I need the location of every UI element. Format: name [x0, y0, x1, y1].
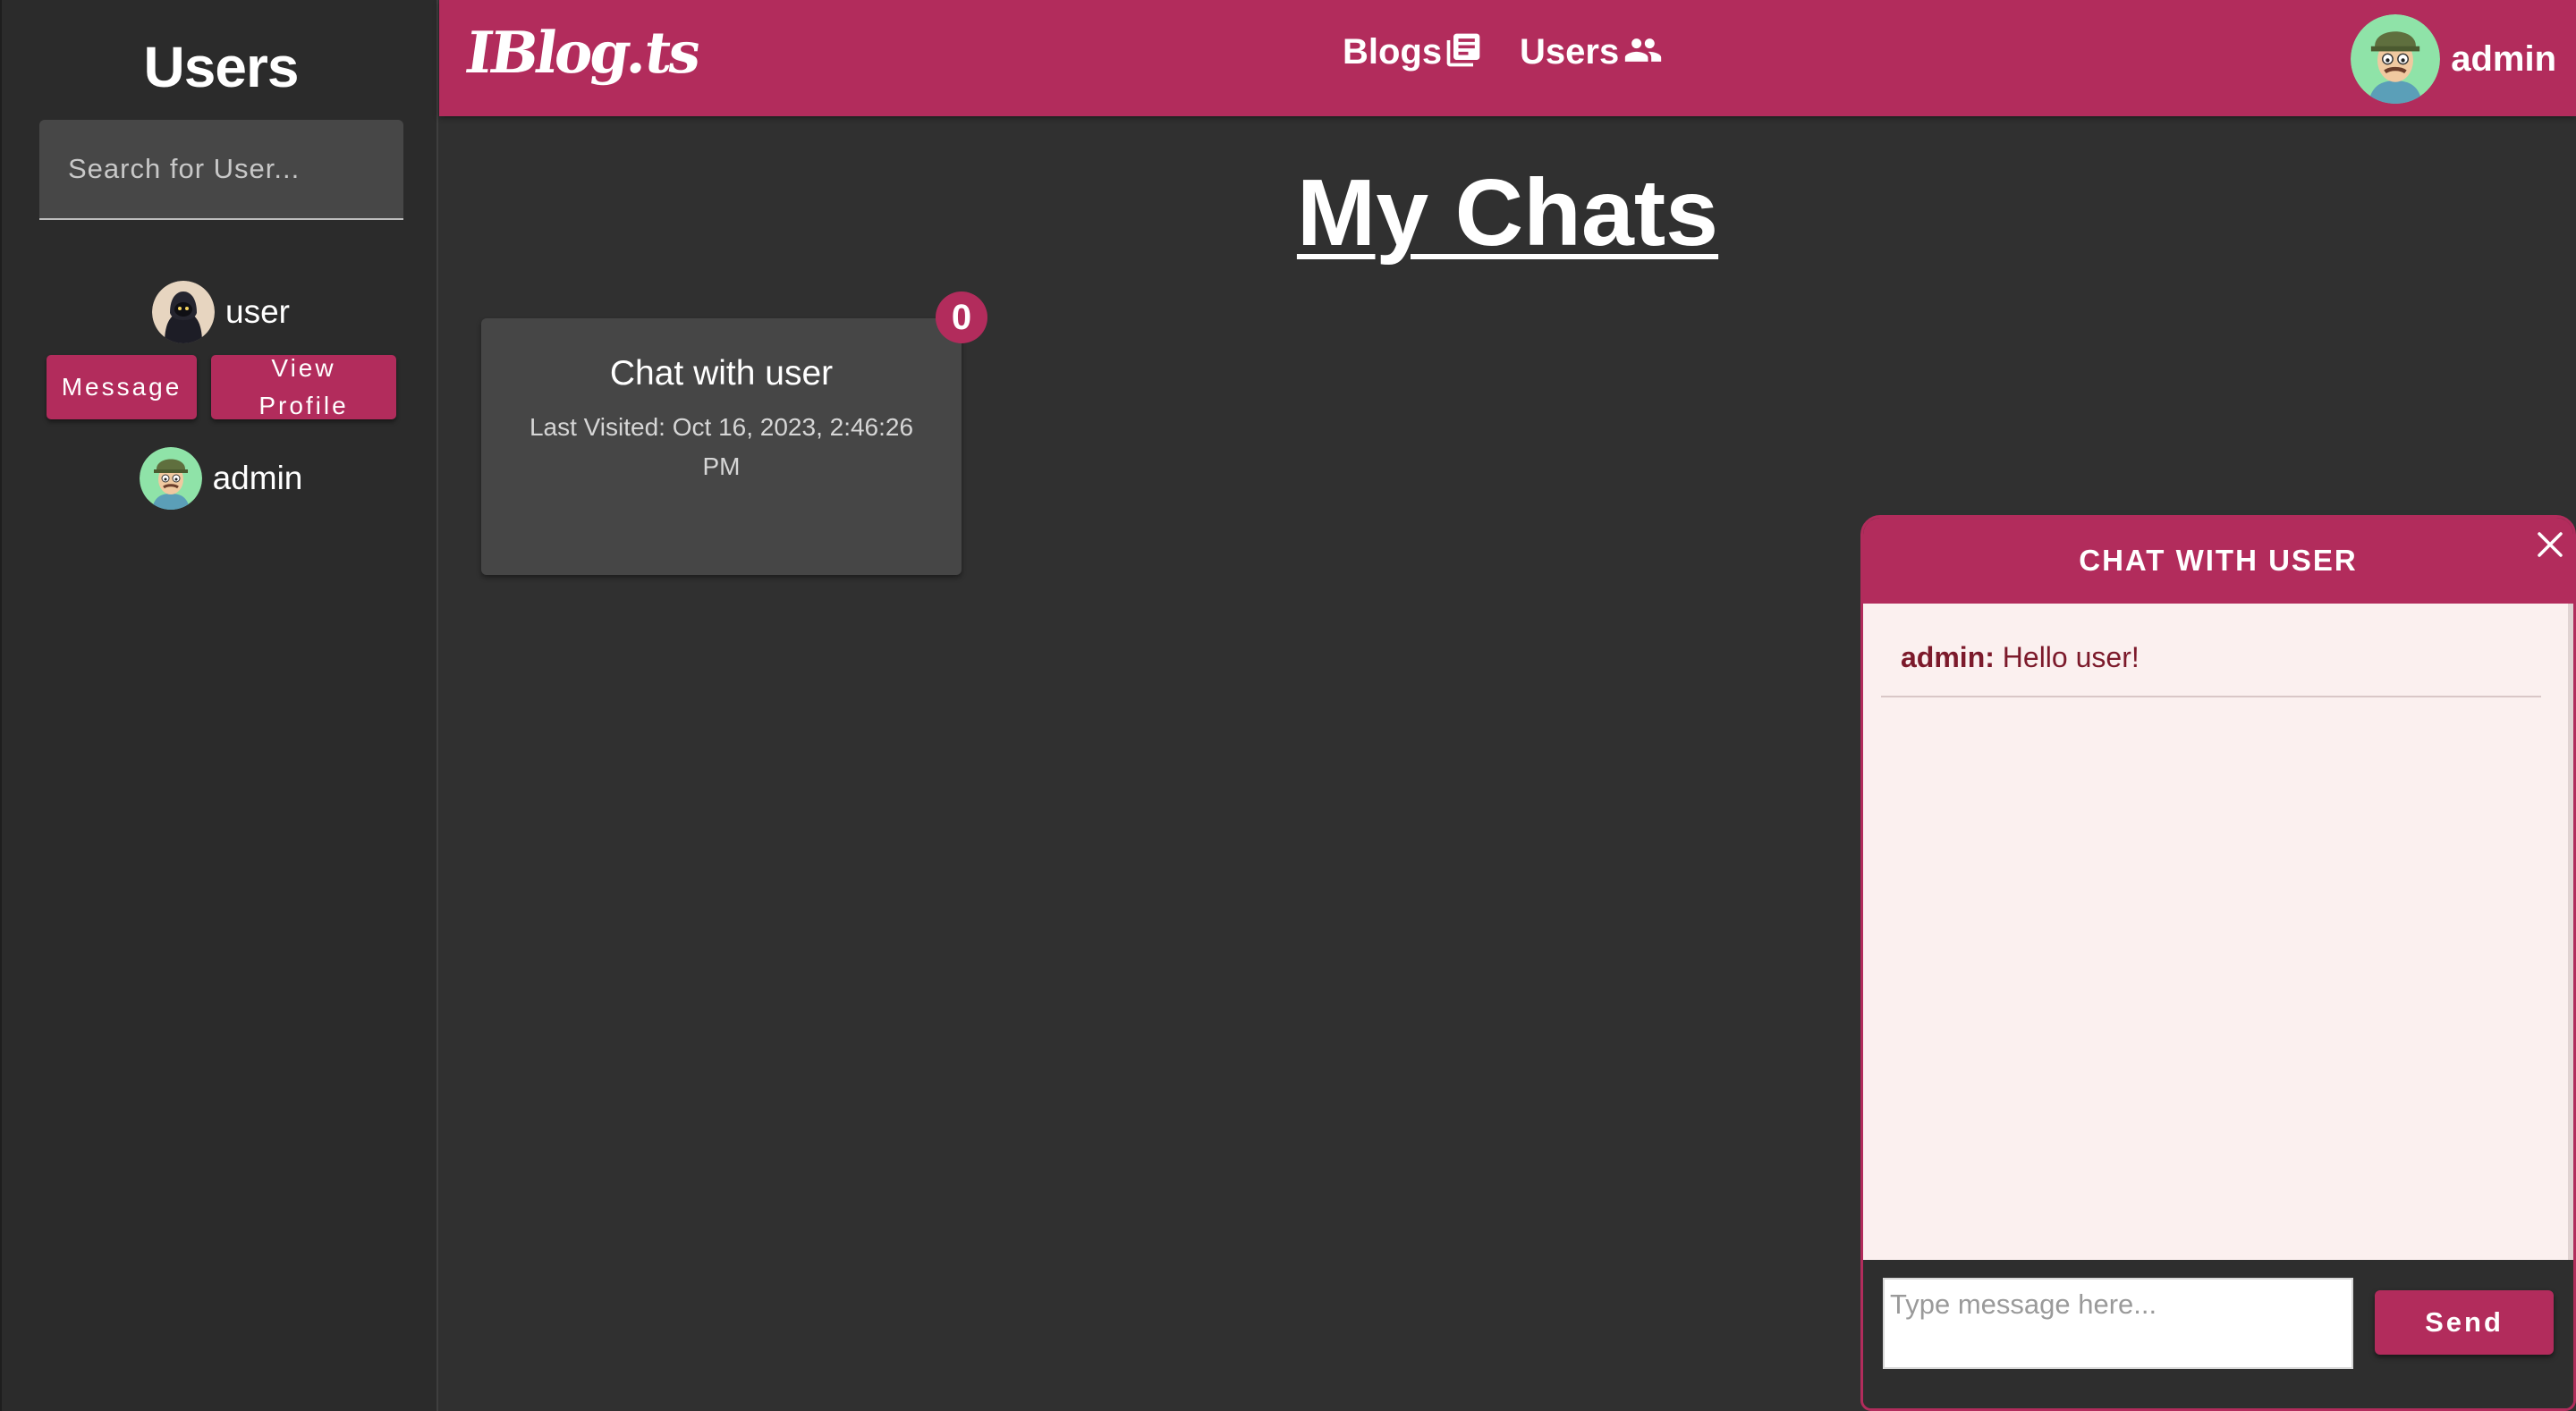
chat-messages-area[interactable]: admin: Hello user! — [1863, 604, 2573, 1260]
chat-message-text: Hello user! — [2002, 641, 2140, 673]
message-button[interactable]: Message — [47, 355, 197, 419]
user-search-box[interactable] — [39, 120, 403, 220]
page-title: My Chats — [439, 159, 2576, 267]
chat-card[interactable]: Chat with user Last Visited: Oct 16, 202… — [481, 318, 962, 575]
current-user-avatar — [2351, 14, 2441, 104]
message-input[interactable] — [1883, 1278, 2353, 1369]
nav-blogs[interactable]: Blogs — [1343, 32, 1483, 79]
newspaper-icon — [1444, 30, 1483, 79]
current-user-menu[interactable]: admin — [2351, 14, 2556, 104]
user-avatar — [152, 281, 215, 343]
app-logo[interactable]: IBlog.ts — [462, 20, 703, 87]
chat-card-title: Chat with user — [609, 354, 834, 393]
sidebar-title: Users — [143, 35, 300, 99]
sidebar-user-name: user — [225, 293, 290, 330]
page-title-text: My Chats — [1296, 160, 1719, 266]
chat-message-sender: admin: — [1901, 641, 1995, 673]
nav-users[interactable]: Users — [1520, 32, 1665, 79]
sidebar-user-item-admin[interactable]: admin — [2, 447, 440, 510]
send-button[interactable]: Send — [2375, 1290, 2554, 1355]
unread-count-badge: 0 — [936, 291, 987, 343]
view-profile-button[interactable]: View Profile — [211, 354, 396, 419]
people-icon — [1621, 30, 1665, 79]
chat-card-last-visited: Last Visited: Oct 16, 2023, 2:46:26 PM — [529, 413, 914, 480]
current-user-name: admin — [2451, 38, 2556, 79]
chat-message: admin: Hello user! — [1881, 641, 2541, 697]
user-search-input[interactable] — [39, 120, 403, 218]
top-navbar: IBlog.ts Blogs Users admin — [439, 0, 2576, 116]
chat-composer: Send — [1863, 1260, 2573, 1408]
close-icon[interactable] — [2532, 527, 2568, 562]
chat-panel: CHAT WITH USER admin: Hello user! Send — [1860, 515, 2576, 1411]
nav-users-label: Users — [1520, 32, 1620, 72]
chat-panel-title: CHAT WITH USER — [2079, 544, 2358, 577]
chat-panel-header: CHAT WITH USER — [1863, 518, 2573, 604]
sidebar-user-name: admin — [212, 460, 303, 496]
admin-avatar — [139, 447, 202, 510]
nav-blogs-label: Blogs — [1343, 32, 1443, 72]
sidebar-user-item-user[interactable]: user — [2, 281, 440, 343]
users-sidebar: Users user Message View Profile — [0, 0, 438, 1411]
